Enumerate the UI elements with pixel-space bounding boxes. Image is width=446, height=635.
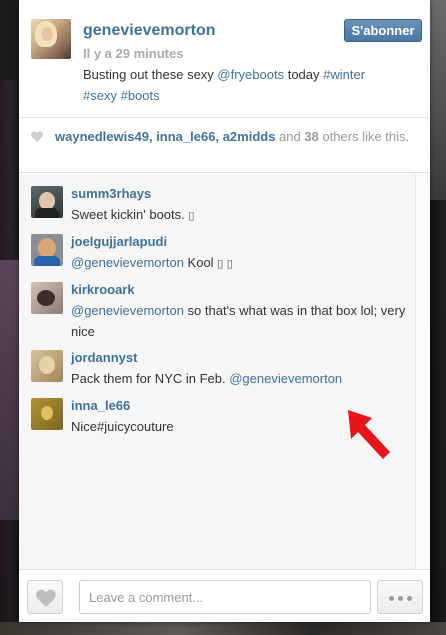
commenter-name[interactable]: joelgujjarlapudi	[71, 234, 167, 249]
background-tile	[0, 0, 19, 80]
comment-body: Kool	[183, 255, 218, 270]
likes-suffix: others like this.	[318, 129, 410, 144]
commenter-name[interactable]: jordannyst	[71, 350, 137, 365]
more-dots-icon	[407, 596, 412, 601]
comment-mention[interactable]: @genevievemorton	[229, 371, 342, 386]
post-panel: genevievemorton Il y a 29 minutes Bustin…	[19, 0, 430, 622]
caption-text: Busting out these sexy	[83, 67, 218, 82]
comment-body: Pack them for NYC in Feb.	[71, 371, 230, 386]
caption-mention[interactable]: @fryeboots	[217, 67, 284, 82]
commenter-name[interactable]: inna_le66	[71, 398, 130, 413]
background-tile	[430, 0, 446, 200]
comment-body: Sweet kickin' boots.	[71, 207, 189, 222]
commenter-avatar[interactable]	[31, 186, 63, 218]
author-avatar[interactable]	[31, 19, 71, 59]
emoji-glyph: ▯ ▯	[217, 257, 233, 270]
more-options-button[interactable]	[377, 580, 423, 614]
follow-button[interactable]: S'abonner	[344, 19, 422, 42]
comment-mention[interactable]: @genevievemorton	[71, 303, 184, 318]
caption-hashtag[interactable]: #sexy	[83, 88, 117, 103]
red-arrow-icon	[348, 410, 390, 459]
like-user-link[interactable]: a2midds	[223, 129, 276, 144]
heart-icon	[31, 131, 43, 142]
likes-and: and	[275, 129, 305, 144]
likes-text: waynedlewis49, inna_le66, a2midds and 38…	[55, 129, 410, 144]
commenter-avatar[interactable]	[31, 350, 63, 382]
commenter-name[interactable]: summ3rhays	[71, 186, 151, 201]
commenter-avatar[interactable]	[31, 282, 63, 314]
background-tile	[0, 622, 446, 635]
likes-count[interactable]: 38	[304, 129, 318, 144]
commenter-name[interactable]: kirkrooark	[71, 282, 135, 297]
commenter-avatar[interactable]	[31, 398, 63, 430]
more-dots-icon	[398, 596, 403, 601]
emoji-glyph: ▯	[188, 209, 195, 222]
author-name[interactable]: genevievemorton	[83, 22, 215, 40]
likes-bar: waynedlewis49, inna_le66, a2midds and 38…	[19, 117, 430, 173]
like-button[interactable]	[27, 580, 63, 614]
comment-footer	[19, 569, 430, 622]
more-dots-icon	[389, 596, 394, 601]
comment-text: Sweet kickin' boots. ▯	[71, 204, 407, 226]
background-tile	[0, 260, 19, 520]
post-header: genevievemorton Il y a 29 minutes Bustin…	[19, 0, 430, 117]
caption-hashtag[interactable]: #boots	[121, 88, 160, 103]
comments-list[interactable]: summ3rhays Sweet kickin' boots. ▯ joelgu…	[19, 174, 415, 569]
post-caption: Busting out these sexy @fryeboots today …	[83, 64, 403, 106]
commenter-avatar[interactable]	[31, 234, 63, 266]
comment-mention[interactable]: @genevievemorton	[71, 255, 184, 270]
comment-text: @genevievemorton so that's what was in t…	[71, 300, 407, 342]
comment-input[interactable]	[79, 580, 371, 614]
caption-hashtag[interactable]: #winter	[323, 67, 365, 82]
caption-text: today	[284, 67, 324, 82]
comment-body: Nice#juicycouture	[71, 419, 174, 434]
comment-text: Pack them for NYC in Feb. @genevievemort…	[71, 368, 407, 389]
post-time: Il y a 29 minutes	[83, 46, 184, 61]
like-user-link[interactable]: inna_le66	[156, 129, 215, 144]
comment-text: @genevievemorton Kool ▯ ▯	[71, 252, 407, 274]
heart-icon	[36, 589, 56, 607]
comments-scrollbar[interactable]	[415, 174, 430, 569]
like-user-link[interactable]: waynedlewis49	[55, 129, 149, 144]
